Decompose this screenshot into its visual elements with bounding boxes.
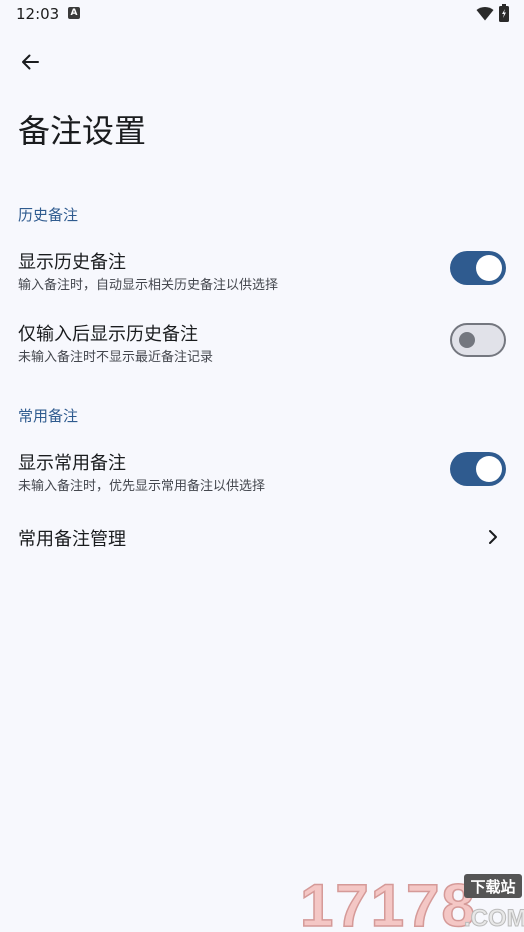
pref-summary: 输入备注时，自动显示相关历史备注以供选择 — [18, 278, 279, 293]
pref-summary: 未输入备注时不显示最近备注记录 — [18, 350, 214, 365]
status-time: 12:03 — [16, 5, 60, 23]
pref-title: 显示常用备注 — [18, 453, 126, 474]
pref-title: 显示历史备注 — [18, 252, 126, 273]
battery-icon — [499, 4, 509, 22]
switch-thumb — [476, 456, 502, 482]
chevron-right-icon — [489, 530, 497, 544]
status-bar: 12:03 A — [0, 0, 524, 28]
notification-a-icon: A — [68, 7, 80, 19]
section-header-history: 历史备注 — [18, 206, 79, 224]
switch-thumb — [476, 255, 502, 281]
toggle-show-common-notes[interactable] — [450, 452, 506, 486]
pref-show-history-notes[interactable]: 显示历史备注 输入备注时，自动显示相关历史备注以供选择 — [0, 240, 524, 298]
watermark-number: 17178 — [300, 872, 477, 932]
toggle-show-history-notes[interactable] — [450, 251, 506, 285]
page-title: 备注设置 — [18, 112, 147, 150]
watermark-logo: 17178 下载站 .COM — [300, 871, 524, 932]
watermark-tag: 下载站 — [470, 878, 515, 896]
pref-manage-common-notes[interactable]: 常用备注管理 — [0, 516, 524, 558]
pref-history-after-input[interactable]: 仅输入后显示历史备注 未输入备注时不显示最近备注记录 — [0, 312, 524, 370]
pref-title: 仅输入后显示历史备注 — [18, 324, 198, 345]
section-header-common: 常用备注 — [18, 407, 79, 425]
wifi-icon — [476, 7, 494, 21]
switch-thumb — [459, 332, 475, 348]
watermark-domain: .COM — [464, 905, 524, 932]
back-button[interactable] — [12, 44, 48, 80]
toggle-history-after-input[interactable] — [450, 323, 506, 357]
pref-summary: 未输入备注时，优先显示常用备注以供选择 — [18, 479, 266, 494]
arrow-left-icon — [22, 54, 39, 70]
pref-show-common-notes[interactable]: 显示常用备注 未输入备注时，优先显示常用备注以供选择 — [0, 441, 524, 499]
pref-title: 常用备注管理 — [18, 529, 126, 550]
